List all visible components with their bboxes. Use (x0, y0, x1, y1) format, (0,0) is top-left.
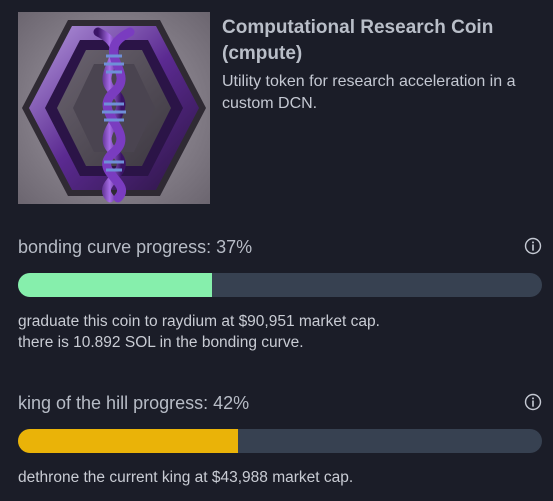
coin-info: Computational Research Coin (cmpute) Uti… (222, 12, 538, 115)
bonding-curve-progress-bar (18, 273, 542, 297)
king-of-the-hill-label: king of the hill progress: 42% (18, 393, 250, 413)
king-of-the-hill-section: king of the hill progress: 42% dethrone … (18, 391, 542, 488)
coin-title: Computational Research Coin (cmpute) (222, 17, 494, 64)
coin-detail-panel: Computational Research Coin (cmpute) Uti… (0, 0, 553, 501)
info-icon[interactable] (524, 237, 542, 255)
king-of-the-hill-header: king of the hill progress: 42% (18, 391, 542, 415)
coin-image (18, 12, 210, 204)
king-of-the-hill-progress-fill (18, 429, 239, 453)
bonding-curve-note-line: there is 10.892 SOL in the bonding curve… (18, 334, 304, 351)
bonding-curve-header: bonding curve progress: 37% (18, 235, 542, 259)
info-icon[interactable] (524, 393, 542, 411)
king-of-the-hill-progress-bar (18, 429, 542, 453)
king-of-the-hill-note-line: dethrone the current king at $43,988 mar… (18, 469, 354, 486)
king-of-the-hill-note: dethrone the current king at $43,988 mar… (18, 467, 542, 488)
bonding-curve-label: bonding curve progress: 37% (18, 237, 253, 257)
bonding-curve-note-line: graduate this coin to raydium at $90,951… (18, 313, 380, 330)
hexagon-dna-helix-image (18, 12, 210, 204)
bonding-curve-section: bonding curve progress: 37% graduate thi… (18, 235, 542, 353)
coin-description: Utility token for research acceleration … (222, 73, 516, 112)
bonding-curve-progress-fill (18, 273, 212, 297)
bonding-curve-note: graduate this coin to raydium at $90,951… (18, 311, 542, 353)
coin-header: Computational Research Coin (cmpute) Uti… (18, 12, 538, 204)
